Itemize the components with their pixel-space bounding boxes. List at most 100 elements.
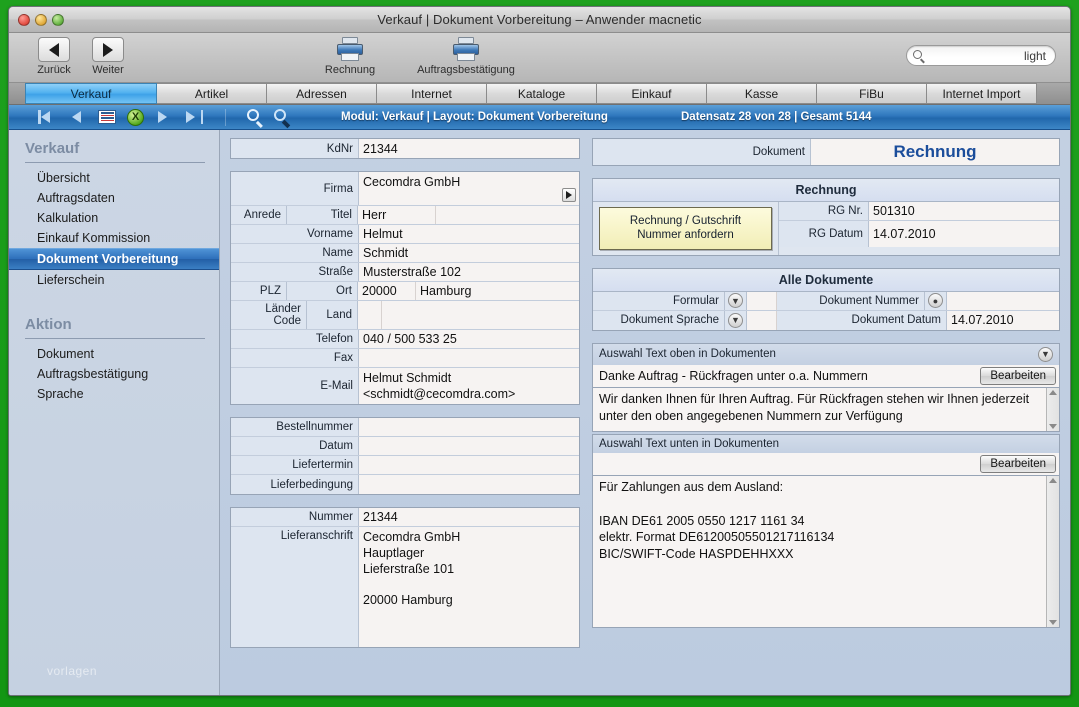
fax-value[interactable] — [359, 349, 579, 367]
field-row-lieferanschrift: Lieferanschrift Cecomdra GmbH Hauptlager… — [231, 527, 579, 647]
formular-dropdown-icon[interactable]: ▼ — [725, 292, 747, 310]
kdnr-value[interactable]: 21344 — [359, 139, 579, 158]
cancel-found-set-icon[interactable]: X — [127, 109, 144, 126]
strasse-value[interactable]: Musterstraße 102 — [359, 263, 579, 281]
plz-value[interactable]: 20000 — [358, 282, 416, 300]
dokument-sprache-value[interactable] — [747, 311, 777, 330]
titel-value[interactable]: Herr — [358, 206, 436, 224]
scroll-up-icon[interactable] — [1049, 478, 1057, 483]
sidebar-item-sprache[interactable]: Sprache — [9, 384, 219, 404]
request-invoice-number-button[interactable]: Rechnung / Gutschrift Nummer anfordern — [599, 207, 772, 250]
tab-verkauf[interactable]: Verkauf — [25, 83, 157, 104]
ort-value[interactable]: Hamburg — [416, 282, 579, 300]
tab-fibu[interactable]: FiBu — [817, 83, 927, 104]
text-top-dropdown-icon[interactable]: ▼ — [1038, 347, 1053, 362]
field-row-kdnr: KdNr 21344 — [231, 139, 579, 158]
search-container: light — [906, 45, 1056, 66]
field-row-formular: Formular ▼ Dokument Nummer ● — [593, 292, 1059, 311]
lieferbedingung-value[interactable] — [359, 475, 579, 494]
text-top-scrollbar[interactable] — [1046, 388, 1059, 431]
field-row-telefon: Telefon 040 / 500 533 25 — [231, 330, 579, 349]
previous-record-icon[interactable] — [67, 109, 87, 125]
customer-panel: Firma Cecomdra GmbH Anrede Titel Herr Vo — [230, 171, 580, 405]
sidebar-item-lieferschein[interactable]: Lieferschein — [9, 270, 219, 290]
text-top-edit-button[interactable]: Bearbeiten — [980, 367, 1056, 385]
back-arrow-icon — [38, 37, 70, 62]
field-row-vorname: Vorname Helmut — [231, 225, 579, 244]
sidebar-item-auftragsdaten[interactable]: Auftragsdaten — [9, 188, 219, 208]
field-row-liefertermin: Liefertermin — [231, 456, 579, 475]
desktop-background: Verkauf | Dokument Vorbereitung – Anwend… — [0, 0, 1079, 707]
firma-value[interactable]: Cecomdra GmbH — [359, 172, 579, 205]
dokument-nummer-value[interactable] — [947, 292, 1059, 310]
datum-value[interactable] — [359, 437, 579, 455]
tab-adressen[interactable]: Adressen — [267, 83, 377, 104]
formular-value[interactable] — [747, 292, 777, 310]
print-invoice-button[interactable]: Rechnung — [295, 37, 405, 76]
sidebar-item-auftragsbestätigung[interactable]: Auftragsbestätigung — [9, 364, 219, 384]
anrede-label: Anrede — [231, 206, 287, 224]
back-button[interactable]: Zurück — [27, 37, 81, 76]
tab-kasse[interactable]: Kasse — [707, 83, 817, 104]
last-record-icon[interactable] — [184, 109, 204, 125]
print-confirmation-button[interactable]: Auftragsbestätigung — [411, 37, 521, 76]
find-icon[interactable] — [247, 109, 264, 126]
sidebar-item-dokument[interactable]: Dokument — [9, 344, 219, 364]
sidebar-item-kalkulation[interactable]: Kalkulation — [9, 208, 219, 228]
tab-einkauf[interactable]: Einkauf — [597, 83, 707, 104]
laendercode-label: Länder Code — [231, 301, 307, 329]
liefertermin-value[interactable] — [359, 456, 579, 474]
dokument-value[interactable]: Rechnung — [811, 139, 1059, 165]
text-bottom-title-value[interactable] — [593, 453, 977, 475]
search-value: light — [925, 49, 1046, 63]
document-type-panel: Dokument Rechnung — [592, 138, 1060, 166]
name-value[interactable]: Schmidt — [359, 244, 579, 262]
text-bottom-scrollbar[interactable] — [1046, 476, 1059, 627]
rg-nr-value[interactable]: 501310 — [869, 202, 1059, 220]
nummer-value[interactable]: 21344 — [359, 508, 579, 526]
window-title: Verkauf | Dokument Vorbereitung – Anwend… — [9, 12, 1070, 27]
scroll-up-icon[interactable] — [1049, 390, 1057, 395]
scroll-down-icon[interactable] — [1049, 424, 1057, 429]
email-value[interactable]: Helmut Schmidt <schmidt@cecomdra.com> — [359, 368, 579, 404]
scroll-down-icon[interactable] — [1049, 620, 1057, 625]
vorname-value[interactable]: Helmut — [359, 225, 579, 243]
tab-kataloge[interactable]: Kataloge — [487, 83, 597, 104]
application-window: Verkauf | Dokument Vorbereitung – Anwend… — [8, 6, 1071, 696]
tab-internet-import[interactable]: Internet Import — [927, 83, 1037, 104]
bestellnummer-value[interactable] — [359, 418, 579, 436]
dokument-datum-value[interactable]: 14.07.2010 — [947, 311, 1059, 330]
sidebar-item-dokument-vorbereitung[interactable]: Dokument Vorbereitung — [9, 248, 219, 270]
rg-datum-value[interactable]: 14.07.2010 — [869, 221, 1059, 247]
invoice-panel-title: Rechnung — [593, 179, 1059, 202]
search-input[interactable]: light — [906, 45, 1056, 66]
lieferanschrift-value[interactable]: Cecomdra GmbH Hauptlager Lieferstraße 10… — [359, 527, 579, 647]
kdnr-panel: KdNr 21344 — [230, 138, 580, 159]
laendercode-value[interactable] — [358, 301, 382, 329]
dokument-label: Dokument — [593, 139, 811, 165]
text-bottom-body-value[interactable]: Für Zahlungen aus dem Ausland: IBAN DE61… — [599, 479, 1042, 624]
tab-internet[interactable]: Internet — [377, 83, 487, 104]
firma-dropdown-icon[interactable] — [562, 188, 576, 202]
dokument-sprache-dropdown-icon[interactable]: ▼ — [725, 311, 747, 330]
text-top-body-value[interactable]: Wir danken Ihnen für Ihren Auftrag. Für … — [599, 391, 1042, 428]
forward-button[interactable]: Weiter — [81, 37, 135, 76]
sidebar-item-einkauf-kommission[interactable]: Einkauf Kommission — [9, 228, 219, 248]
strasse-label: Straße — [231, 263, 359, 281]
tab-artikel[interactable]: Artikel — [157, 83, 267, 104]
forward-arrow-icon — [92, 37, 124, 62]
first-record-icon[interactable] — [37, 109, 57, 125]
text-top-body-box: Wir danken Ihnen für Ihren Auftrag. Für … — [592, 388, 1060, 432]
print-confirmation-label: Auftragsbestätigung — [411, 64, 521, 76]
next-record-icon[interactable] — [154, 109, 174, 125]
print-invoice-label: Rechnung — [295, 64, 405, 76]
land-value[interactable] — [382, 301, 579, 329]
list-view-icon[interactable] — [97, 109, 117, 125]
telefon-value[interactable]: 040 / 500 533 25 — [359, 330, 579, 348]
sidebar-item-übersicht[interactable]: Übersicht — [9, 168, 219, 188]
text-top-title-value[interactable]: Danke Auftrag - Rückfragen unter o.a. Nu… — [593, 365, 977, 387]
find-all-icon[interactable] — [274, 109, 291, 126]
dokument-nummer-options-icon[interactable]: ● — [925, 292, 947, 310]
anrede-value[interactable] — [436, 206, 579, 224]
text-bottom-edit-button[interactable]: Bearbeiten — [980, 455, 1056, 473]
